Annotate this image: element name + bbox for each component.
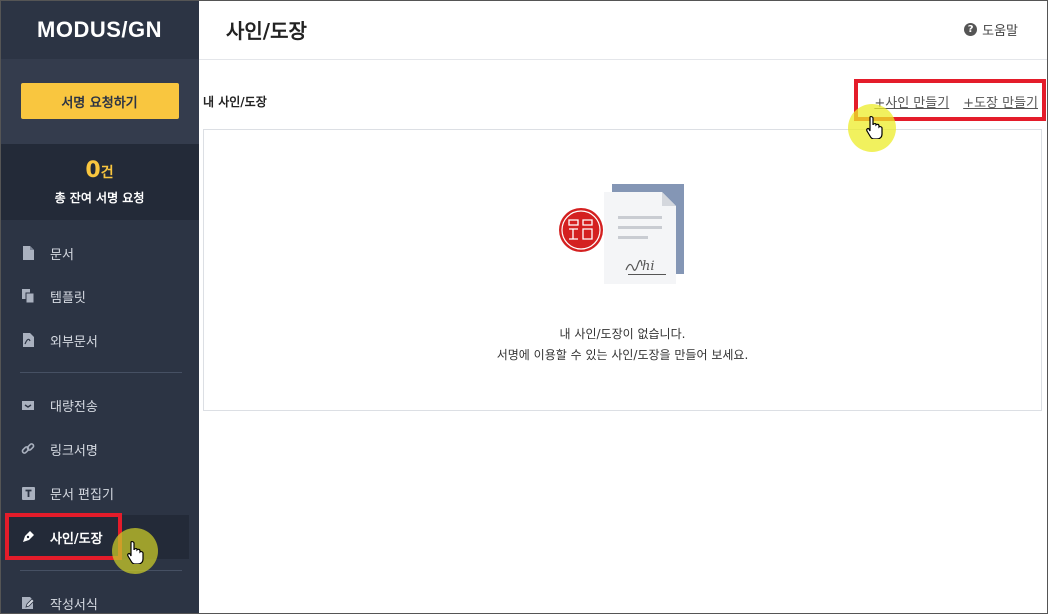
sidebar-item-label: 문서 편집기 bbox=[50, 487, 114, 503]
sidebar-item-forms[interactable]: 작성서식 bbox=[8, 581, 189, 614]
sidebar-item-label: 대량전송 bbox=[50, 399, 98, 415]
empty-state-panel: hi 내 사인/도장이 없습니다. 서명에 이용할 수 있는 사인/도장을 만들… bbox=[203, 129, 1042, 411]
remaining-requests-box: 0건 총 잔여 서명 요청 bbox=[0, 144, 199, 220]
sidebar-item-doc-editor[interactable]: 문서 편집기 bbox=[8, 471, 189, 515]
text-editor-icon bbox=[20, 485, 36, 501]
empty-message-line2: 서명에 이용할 수 있는 사인/도장을 만들어 보세요. bbox=[496, 348, 749, 362]
count-value: 0 bbox=[85, 158, 101, 183]
hand-cursor-icon bbox=[866, 115, 883, 139]
annotation-highlight-menu bbox=[5, 513, 122, 560]
sidebar-item-label: 작성서식 bbox=[50, 597, 98, 613]
section-title: 내 사인/도장 bbox=[203, 94, 267, 109]
sidebar-item-label: 문서 bbox=[50, 247, 74, 263]
sidebar-item-external-docs[interactable]: 외부문서 bbox=[8, 318, 189, 362]
app-logo[interactable]: MODUS/GN bbox=[0, 0, 199, 59]
page-title: 사인/도장 bbox=[226, 19, 307, 43]
signature-text: hi bbox=[642, 259, 655, 274]
sidebar-item-label: 링크서명 bbox=[50, 443, 98, 459]
sidebar-item-documents[interactable]: 문서 bbox=[8, 231, 189, 275]
sidebar-item-label: 외부문서 bbox=[50, 334, 98, 350]
stamp-icon bbox=[559, 208, 603, 252]
empty-illustration: hi bbox=[559, 184, 684, 284]
form-edit-icon bbox=[20, 595, 36, 611]
request-area: 서명 요청하기 bbox=[0, 59, 199, 144]
link-icon bbox=[20, 441, 36, 457]
document-icon bbox=[20, 245, 36, 261]
sidebar-divider bbox=[20, 570, 182, 571]
sidebar-divider bbox=[20, 372, 182, 373]
sidebar-item-templates[interactable]: 템플릿 bbox=[8, 274, 189, 318]
request-signature-button[interactable]: 서명 요청하기 bbox=[20, 83, 179, 119]
pdf-file-icon bbox=[20, 332, 36, 348]
page-header: 사인/도장 ? 도움말 bbox=[199, 0, 1048, 60]
help-label: 도움말 bbox=[982, 24, 1018, 39]
count-unit: 건 bbox=[100, 165, 114, 181]
copy-icon bbox=[20, 288, 36, 304]
remaining-count: 0건 bbox=[0, 158, 199, 183]
remaining-count-label: 총 잔여 서명 요청 bbox=[54, 191, 145, 205]
hand-cursor-icon bbox=[127, 540, 144, 564]
empty-message-line1: 내 사인/도장이 없습니다. bbox=[559, 327, 686, 341]
sidebar-item-label: 템플릿 bbox=[50, 290, 86, 306]
question-circle-icon: ? bbox=[964, 23, 978, 36]
inbox-icon bbox=[20, 397, 36, 413]
empty-message: 내 사인/도장이 없습니다. 서명에 이용할 수 있는 사인/도장을 만들어 보… bbox=[204, 324, 1041, 366]
sidebar-item-bulk-send[interactable]: 대량전송 bbox=[8, 383, 189, 427]
help-link[interactable]: ? 도움말 bbox=[964, 20, 1018, 39]
sidebar-item-link-sign[interactable]: 링크서명 bbox=[8, 427, 189, 471]
